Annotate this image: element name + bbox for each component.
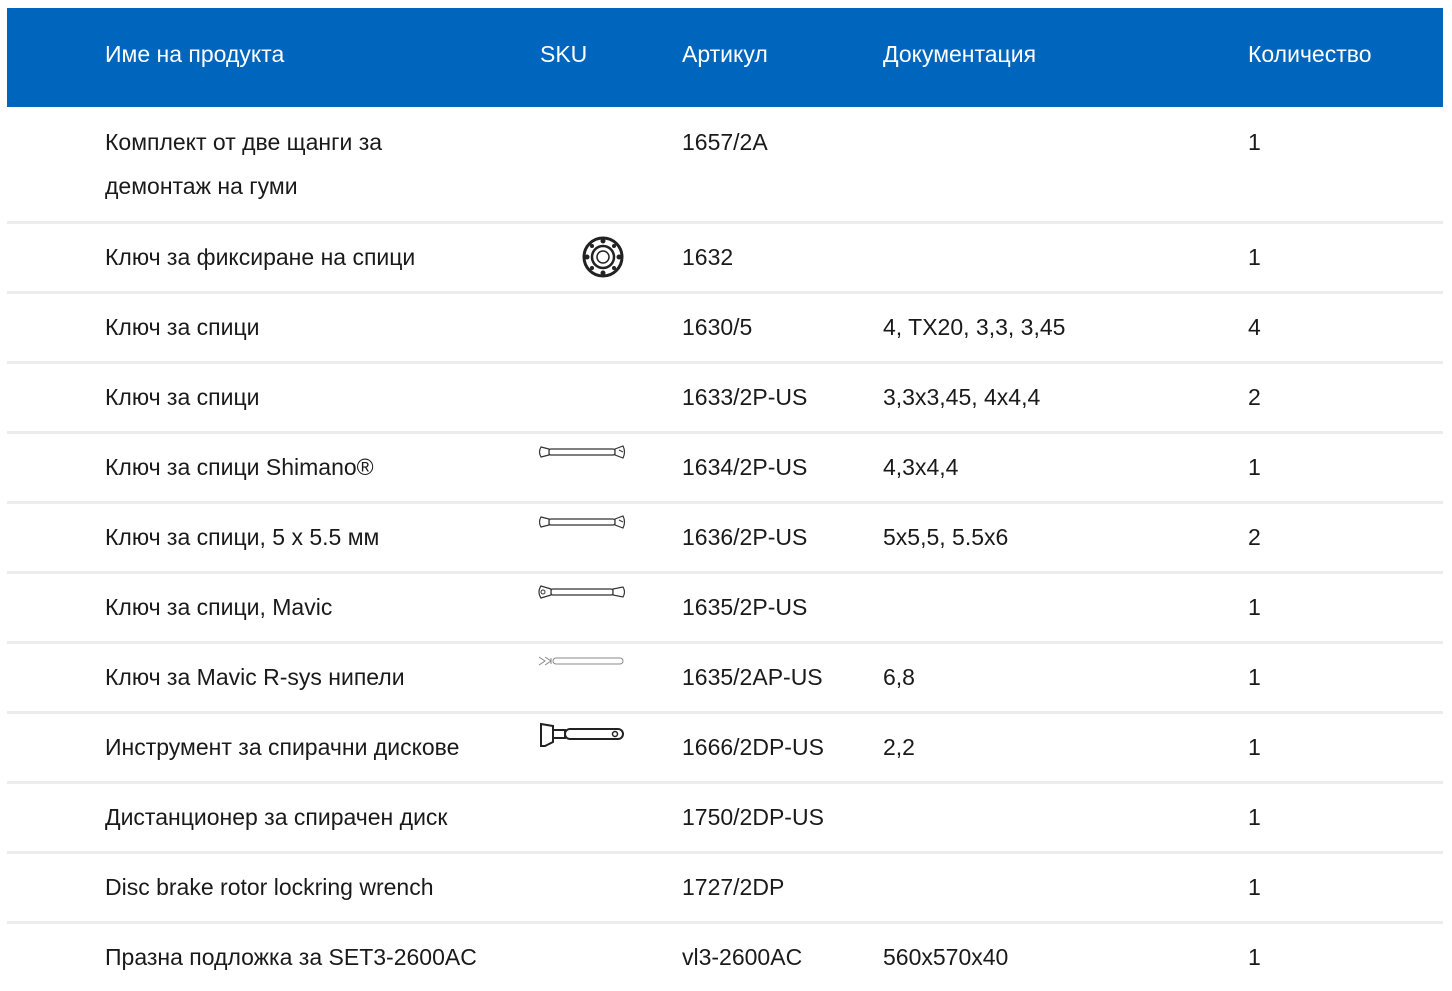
article-number: 1636/2P-US xyxy=(682,524,808,550)
product-name: Disc brake rotor lockring wrench xyxy=(105,874,434,900)
table-header: Име на продукта SKU Артикул Документация… xyxy=(7,8,1443,107)
spoke-wrench-icon xyxy=(537,584,627,600)
quantity: 4 xyxy=(1248,314,1261,340)
documentation: 4, TX20, 3,3, 3,45 xyxy=(883,314,1066,340)
quantity: 1 xyxy=(1248,874,1261,900)
table-row: Празна подложка за SET3-2600AC vl3-2600A… xyxy=(7,924,1443,991)
article-number: 1634/2P-US xyxy=(682,454,808,480)
documentation: 4,3x4,4 xyxy=(883,454,959,480)
nipple-key-icon xyxy=(537,654,627,668)
quantity: 1 xyxy=(1248,804,1261,830)
product-name: Ключ за фиксиране на спици xyxy=(105,244,416,270)
table-row: Инструмент за спирачни дискове 1666/2DP-… xyxy=(7,714,1443,784)
quantity: 1 xyxy=(1248,129,1261,155)
table-row: Ключ за фиксиране на спици 1632 1 xyxy=(7,224,1443,294)
table-row: Комплект от две щанги за демонтаж на гум… xyxy=(7,107,1443,224)
table-row: Ключ за спици 1633/2P-US 3,3x3,45, 4x4,4… xyxy=(7,364,1443,434)
article-number: 1635/2AP-US xyxy=(682,664,823,690)
header-article[interactable]: Артикул xyxy=(682,40,768,68)
quantity: 1 xyxy=(1248,734,1261,760)
quantity: 1 xyxy=(1248,944,1261,970)
table-row: Disc brake rotor lockring wrench 1727/2D… xyxy=(7,854,1443,924)
article-number: 1630/5 xyxy=(682,314,753,340)
header-sku[interactable]: SKU xyxy=(540,40,587,68)
quantity: 1 xyxy=(1248,244,1261,270)
table-row: Ключ за Mavic R-sys нипели 1635/2AP-US 6… xyxy=(7,644,1443,714)
table-row: Ключ за спици, Mavic 1635/2P-US 1 xyxy=(7,574,1443,644)
documentation: 5x5,5, 5.5x6 xyxy=(883,524,1009,550)
product-name: Ключ за спици, 5 x 5.5 мм xyxy=(105,524,380,550)
product-name: Дистанционер за спирачен диск xyxy=(105,804,448,830)
article-number: 1727/2DP xyxy=(682,874,785,900)
header-documentation[interactable]: Документация xyxy=(883,40,1036,68)
article-number: 1635/2P-US xyxy=(682,594,808,620)
article-number: vl3-2600AC xyxy=(682,944,803,970)
header-name[interactable]: Име на продукта xyxy=(105,40,284,68)
documentation: 560x570x40 xyxy=(883,944,1009,970)
spoke-wrench-icon xyxy=(537,514,627,530)
spoke-wrench-icon xyxy=(537,444,627,460)
product-name: Празна подложка за SET3-2600AC xyxy=(105,944,477,970)
product-name: Ключ за спици Shimano® xyxy=(105,454,374,480)
product-name: Ключ за спици xyxy=(105,384,260,410)
rotor-truing-tool-icon xyxy=(537,722,627,754)
documentation: 6,8 xyxy=(883,664,915,690)
quantity: 1 xyxy=(1248,454,1261,480)
table-row: Ключ за спици Shimano® 1634/2P-US 4,3x4,… xyxy=(7,434,1443,504)
article-number: 1633/2P-US xyxy=(682,384,808,410)
product-name: Ключ за спици xyxy=(105,314,260,340)
product-name: Ключ за спици, Mavic xyxy=(105,594,333,620)
product-name: Инструмент за спирачни дискове xyxy=(105,734,460,760)
article-number: 1632 xyxy=(682,244,734,270)
product-name: Комплект от две щанги за демонтаж на гум… xyxy=(105,129,383,199)
quantity: 2 xyxy=(1248,384,1261,410)
product-table: Име на продукта SKU Артикул Документация… xyxy=(7,8,1443,991)
documentation: 2,2 xyxy=(883,734,915,760)
lockring-tool-icon xyxy=(537,236,627,278)
table-row: Ключ за спици 1630/5 4, TX20, 3,3, 3,45 … xyxy=(7,294,1443,364)
product-name: Ключ за Mavic R-sys нипели xyxy=(105,664,405,690)
article-number: 1666/2DP-US xyxy=(682,734,824,760)
table-row: Дистанционер за спирачен диск 1750/2DP-U… xyxy=(7,784,1443,854)
quantity: 2 xyxy=(1248,524,1261,550)
header-quantity[interactable]: Количество xyxy=(1248,40,1372,68)
documentation: 3,3x3,45, 4x4,4 xyxy=(883,384,1041,410)
table-row: Ключ за спици, 5 x 5.5 мм 1636/2P-US 5x5… xyxy=(7,504,1443,574)
article-number: 1750/2DP-US xyxy=(682,804,824,830)
quantity: 1 xyxy=(1248,664,1261,690)
quantity: 1 xyxy=(1248,594,1261,620)
article-number: 1657/2A xyxy=(682,129,768,155)
